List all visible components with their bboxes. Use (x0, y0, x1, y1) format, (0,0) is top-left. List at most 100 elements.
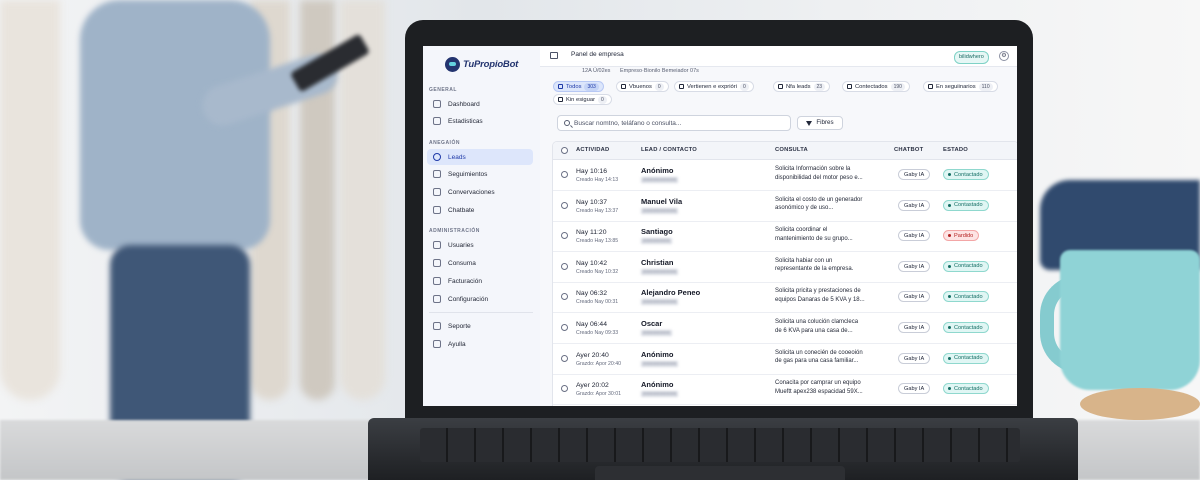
created-time: Creado Hay 13:37 (576, 207, 619, 214)
sidebar-item-usuarios[interactable]: Usuaries (427, 237, 533, 253)
sidebar-item-soporte[interactable]: Seporte (427, 318, 533, 334)
consulta-line: Conacita por camprar un equipo (775, 380, 861, 387)
created-time: Creado Nay 00:31 (576, 299, 619, 306)
lead-phone-blurred: ●●●●●●●●●● (641, 299, 679, 306)
row-checkbox[interactable] (561, 171, 568, 178)
list-icon (558, 84, 563, 89)
table-row[interactable]: Hay 10:16 Creado Hay 14:13 Anónimo ●●●●●●●●… (553, 160, 1017, 191)
lead-name[interactable]: Manuel Vila (641, 197, 682, 206)
sidebar-item-chatbots[interactable]: Chatbate (427, 202, 533, 218)
filter-chip-vertienen[interactable]: Vertienen e exprióri 0 (674, 81, 754, 92)
filter-chip-nuevos[interactable]: Vbuenos 0 (616, 81, 669, 92)
table-row[interactable]: Ayer 20:02 Grazdo: Apor 30:01 Anónimo ●●●●●… (553, 374, 1017, 406)
laptop-keyboard (420, 428, 1020, 462)
status-badge: Contactado (943, 352, 989, 364)
status-label: Contastado (954, 202, 983, 209)
sidebar-item-seguimientos[interactable]: Seguimientos (427, 166, 533, 182)
user-icon (433, 153, 441, 161)
table-row[interactable]: Nay 06:44 Creado Nay 09:33 Oscar ●●●●●●●● So… (553, 313, 1017, 344)
sidebar-item-label: Ayulla (448, 340, 466, 348)
chatbot-badge: Gaby IA (898, 199, 931, 211)
lead-name[interactable]: Alejandro Peneo (641, 288, 700, 297)
sidebar-item-label: Dashboard (448, 100, 480, 108)
lead-name[interactable]: Christian (641, 258, 674, 267)
consulta-text: Conacita por camprar un equipo Mueftt ape… (775, 379, 895, 396)
status-badge: Contactado (943, 322, 989, 333)
status-dot-icon (948, 356, 951, 360)
logo-text: TuPropioBot (463, 58, 519, 70)
sidebar-item-conversaciones[interactable]: Convervaciones (427, 184, 533, 200)
table-row[interactable]: Ayer 20:40 Grazdo: Apor 20:40 Anónimo ●●●●●… (553, 344, 1017, 375)
row-checkbox[interactable] (561, 201, 568, 209)
coffee-mug (1060, 250, 1200, 390)
col-estado[interactable]: ESTADO (943, 147, 968, 153)
chip-label: Vertienen e exprióri (687, 83, 737, 90)
activity-time: Nay 06:32 (576, 290, 607, 298)
sidebar: TuPropioBot GENERAL Dashboard Estadistic… (423, 46, 541, 406)
sidebar-item-label: Seguimientos (448, 170, 488, 178)
col-consulta[interactable]: CONSULTA (775, 147, 808, 153)
sidebar-item-dashboard[interactable]: Dashboard (427, 96, 533, 112)
activity-time: Ayer 20:40 (576, 351, 609, 359)
lead-name[interactable]: Santiago (641, 227, 673, 236)
filter-chip-contactados[interactable]: Contectados 190 (842, 81, 910, 92)
filter-chip-seguimiento[interactable]: En seguiinarios 110 (923, 81, 998, 92)
clock-icon (928, 84, 933, 89)
sidebar-item-facturacion[interactable]: Facturación (427, 273, 533, 289)
search-input[interactable] (574, 116, 784, 130)
col-chatbot[interactable]: CHATBOT (894, 147, 923, 153)
chat-icon (433, 188, 441, 196)
row-checkbox[interactable] (561, 293, 568, 301)
row-checkbox[interactable] (561, 324, 568, 331)
lead-phone-blurred: ●●●●●●●● (641, 330, 672, 336)
filter-chip-nfa-leads[interactable]: Nfa leads 23 (773, 81, 831, 92)
status-label: Pardido (954, 232, 974, 239)
sidebar-item-configuracion[interactable]: Configuración (427, 291, 533, 307)
sidebar-item-leads[interactable]: Leads (427, 149, 533, 165)
lead-name[interactable]: Anónimo (641, 380, 674, 389)
search-box[interactable] (557, 115, 791, 131)
table-row[interactable]: Nay 11:20 Creado Hay 13:85 Santiago ●●●●●●●… (553, 221, 1017, 253)
row-checkbox[interactable] (561, 232, 568, 240)
consulta-line: disponibilidad del motor peso e... (775, 174, 863, 181)
status-label: Contactado (954, 355, 983, 362)
row-checkbox[interactable] (561, 262, 568, 270)
consulta-text: Solicita un conecién de cooeoión de gas p… (775, 349, 895, 366)
lead-name[interactable]: Anónimo (641, 166, 674, 175)
brand-logo[interactable]: TuPropioBot (445, 55, 518, 73)
consulta-line: de 6 KVA para una casa de... (775, 327, 853, 334)
lead-name[interactable]: Anónimo (641, 350, 674, 359)
sidebar-item-ayuda[interactable]: Ayulla (427, 336, 533, 352)
sidebar-item-consumo[interactable]: Consuma (427, 255, 533, 271)
col-actividad[interactable]: ACTIVIDAD (576, 147, 609, 153)
sidebar-item-estadisticas[interactable]: Estadisticas (427, 113, 533, 129)
chatbot-badge: Gaby IA (898, 230, 931, 242)
activity-time: Hay 10:16 (576, 168, 607, 175)
table-row[interactable]: Nay 10:42 Creado Nay 10:32 Christian ●●●●●●… (553, 252, 1017, 283)
status-dot-icon (948, 203, 951, 207)
row-checkbox[interactable] (561, 385, 568, 393)
sidebar-toggle-icon[interactable] (550, 52, 558, 59)
filters-button[interactable]: Fibres (797, 116, 843, 130)
filter-chip-sin-asignar[interactable]: Kin esiguar 0 (553, 94, 612, 105)
nav-section-general: GENERAL (429, 87, 457, 93)
table-row[interactable]: Nay 10:37 Creado Hay 13:37 Manuel Vila ●●●●… (553, 191, 1017, 222)
notification-icon[interactable]: ⚙ (999, 51, 1009, 61)
consulta-text: Solicita pricita y prestaciones de equipo… (775, 287, 895, 304)
lead-phone-blurred: ●●●●●●●●●● (641, 207, 679, 214)
col-lead[interactable]: LEAD / CONTACTO (641, 147, 697, 153)
sidebar-item-label: Usuaries (448, 241, 474, 249)
table-row[interactable]: Nay 06:32 Creado Nay 00:31 Alejandro Peneo… (553, 282, 1017, 314)
table-header: ACTIVIDAD LEAD / CONTACTO CONSULTA CHATB… (553, 142, 1017, 160)
row-checkbox[interactable] (561, 354, 568, 362)
chatbot-badge: Gaby IA (898, 169, 931, 180)
user-badge[interactable]: bilidwhero (954, 51, 989, 64)
laptop-touchpad (595, 466, 845, 480)
lead-name[interactable]: Oscar (641, 319, 662, 328)
chatbot-badge: Gaby IA (898, 260, 931, 272)
status-badge: Contactado (943, 383, 989, 395)
chip-count: 0 (654, 82, 664, 91)
status-dot-icon (948, 234, 951, 238)
select-all-checkbox[interactable] (561, 147, 568, 154)
filter-chip-todos[interactable]: Todos 303 (553, 81, 604, 92)
